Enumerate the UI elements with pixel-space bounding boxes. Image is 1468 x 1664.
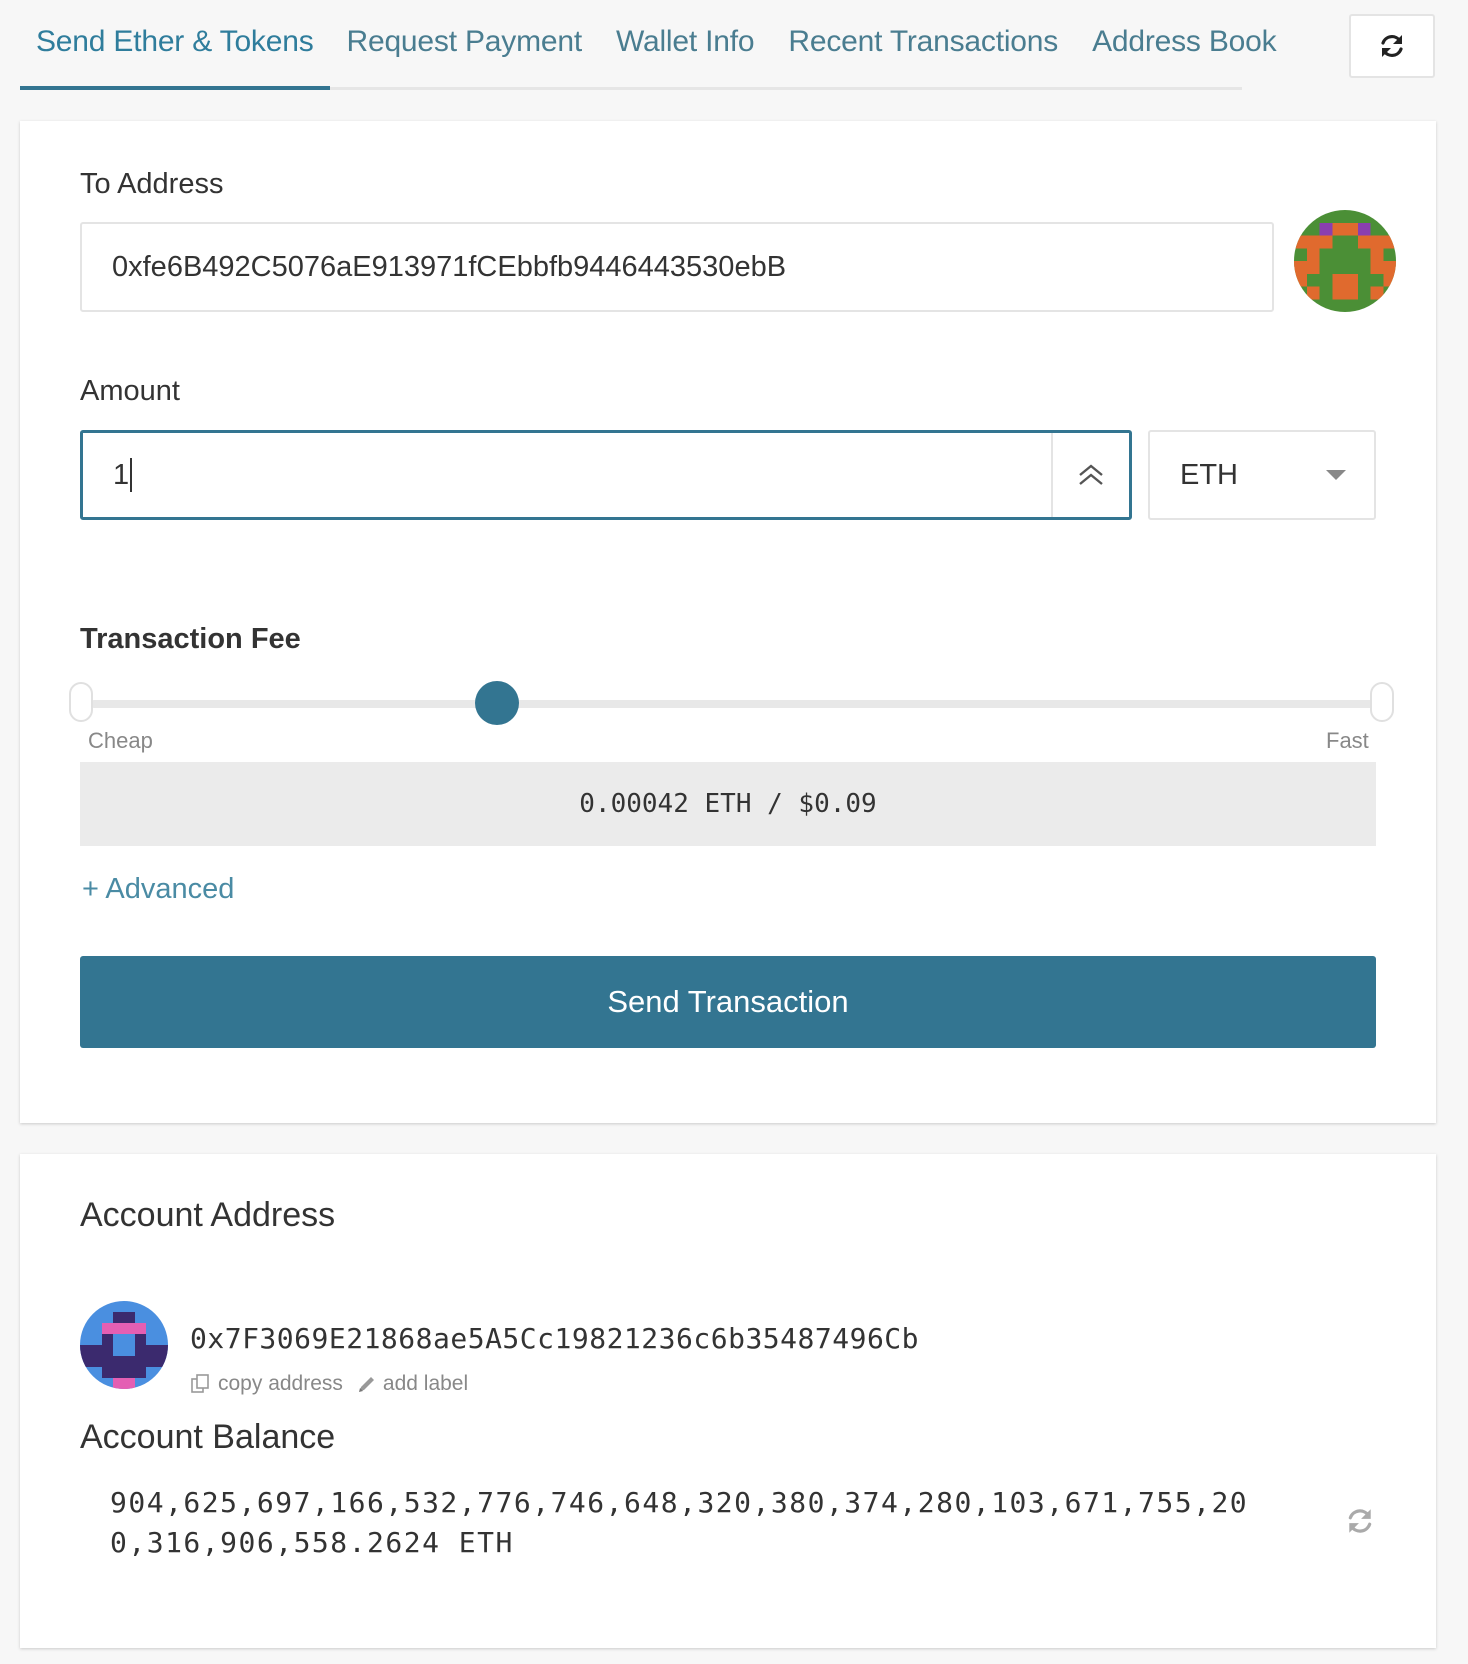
recipient-identicon [1294, 210, 1396, 312]
amount-field[interactable]: 1 [80, 430, 1132, 520]
account-card: Account Address 0x7F3069E21868ae5A5Cc198… [20, 1154, 1436, 1648]
send-form-card: To Address 0xfe6B492C5076aE913971fCEbbfb… [20, 121, 1436, 1123]
copy-icon [191, 1374, 209, 1393]
transaction-fee-label: Transaction Fee [80, 623, 301, 655]
fee-fast-label: Fast [1326, 728, 1369, 753]
tab-address-book[interactable]: Address Book [1075, 0, 1293, 87]
account-balance-title: Account Balance [80, 1418, 336, 1456]
to-address-input[interactable]: 0xfe6B492C5076aE913971fCEbbfb9446443530e… [80, 222, 1274, 312]
tab-send-ether-tokens[interactable]: Send Ether & Tokens [20, 0, 330, 90]
fee-amount: 0.00042 ETH / $0.09 [579, 789, 877, 819]
address-actions: copy address add label [190, 1372, 482, 1396]
fee-cheap-label: Cheap [88, 728, 153, 753]
tab-request-payment[interactable]: Request Payment [330, 0, 599, 87]
text-caret [130, 458, 133, 492]
fee-display: 0.00042 ETH / $0.09 [80, 762, 1376, 846]
pencil-icon [358, 1377, 374, 1392]
fee-slider-track[interactable] [90, 700, 1390, 708]
add-label-link[interactable]: add label [357, 1372, 468, 1396]
refresh-icon [1348, 1509, 1372, 1533]
refresh-balance-button[interactable] [1345, 1506, 1375, 1541]
to-address-value: 0xfe6B492C5076aE913971fCEbbfb9446443530e… [112, 250, 787, 283]
amount-label: Amount [80, 375, 180, 407]
account-address-value: 0x7F3069E21868ae5A5Cc19821236c6b35487496… [190, 1322, 920, 1355]
to-address-label: To Address [80, 168, 224, 200]
currency-value: ETH [1180, 458, 1238, 491]
caret-down-icon [1326, 470, 1346, 480]
slider-min-marker [69, 682, 93, 722]
send-max-button[interactable] [1051, 433, 1129, 517]
account-balance-value: 904,625,697,166,532,776,746,648,320,380,… [110, 1486, 1249, 1559]
tab-wallet-info[interactable]: Wallet Info [599, 0, 771, 87]
refresh-button[interactable] [1349, 14, 1435, 78]
copy-address-label: copy address [218, 1372, 343, 1395]
currency-select[interactable]: ETH [1148, 430, 1376, 520]
account-address-title: Account Address [80, 1196, 336, 1234]
fee-slider-handle[interactable] [475, 681, 520, 725]
add-label-label: add label [382, 1372, 469, 1395]
amount-value: 1 [113, 458, 130, 491]
advanced-toggle-link[interactable]: + Advanced [82, 873, 234, 906]
copy-address-link[interactable]: copy address [190, 1372, 343, 1396]
account-identicon [80, 1301, 168, 1389]
tab-recent-transactions[interactable]: Recent Transactions [771, 0, 1075, 87]
refresh-icon [1381, 35, 1403, 57]
double-chevron-up-icon [1079, 464, 1103, 485]
send-transaction-button[interactable]: Send Transaction [80, 956, 1376, 1048]
tab-bar: Send Ether & Tokens Request Payment Wall… [20, 0, 1277, 90]
slider-max-marker [1370, 682, 1394, 722]
